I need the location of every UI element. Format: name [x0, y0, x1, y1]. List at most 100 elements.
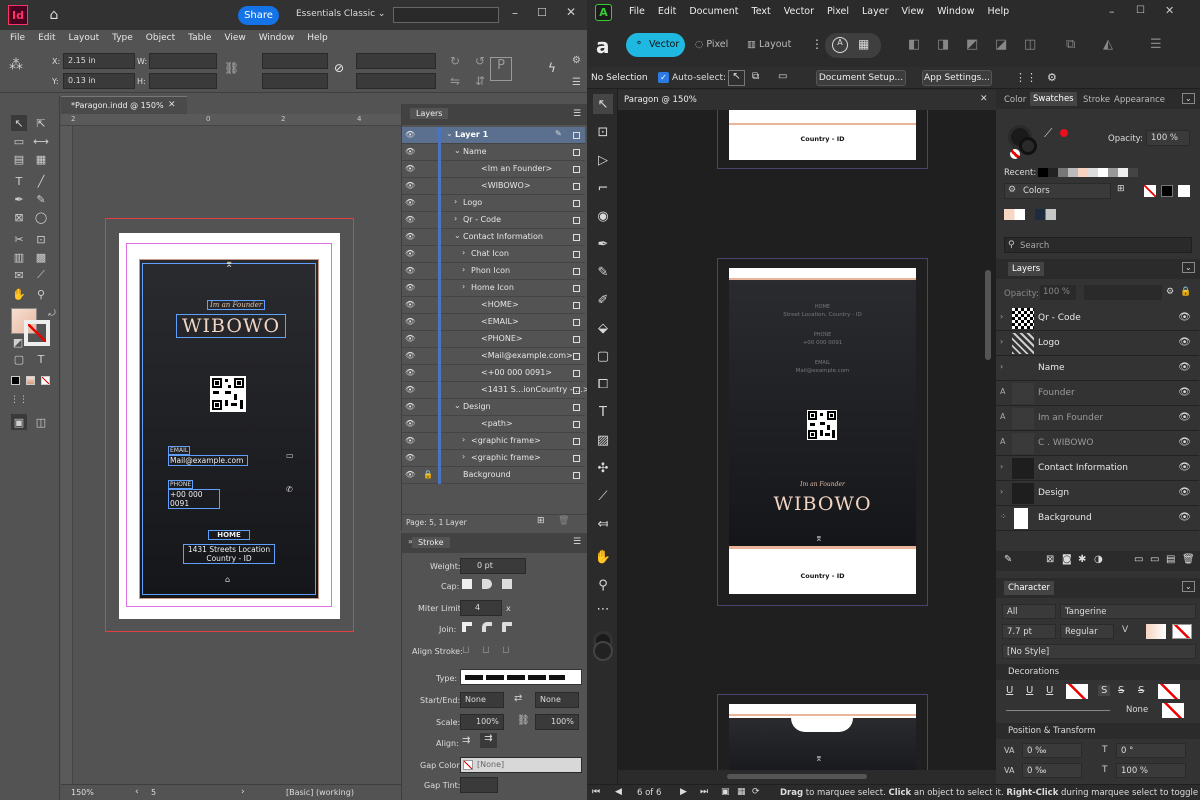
- panel-menu-icon[interactable]: ☰: [573, 537, 581, 547]
- layer-row[interactable]: 👁 <+00 000 0091>: [402, 365, 585, 382]
- boolean-add-icon[interactable]: ◧: [908, 37, 920, 52]
- arrange-icon[interactable]: ⧉: [1066, 37, 1075, 52]
- vector-persona-button[interactable]: ⚬ Vector: [626, 33, 685, 57]
- stroke-swatch[interactable]: [593, 641, 613, 661]
- menu-document[interactable]: Document: [689, 6, 738, 17]
- autoselect-checkbox[interactable]: ✓: [658, 72, 669, 83]
- chevron-down-icon[interactable]: ⌄: [454, 231, 461, 240]
- select-square-icon[interactable]: [573, 302, 580, 309]
- rotate-ccw-icon[interactable]: ↺: [475, 54, 485, 68]
- apply-none-icon[interactable]: [41, 376, 50, 385]
- tab-swatches[interactable]: Swatches: [1030, 92, 1077, 106]
- white-swatch[interactable]: [1178, 185, 1190, 197]
- align-center-icon[interactable]: ⊔: [462, 645, 470, 656]
- gradient-feather-tool-icon[interactable]: ▩: [33, 249, 49, 265]
- double-strike-icon[interactable]: S: [1118, 685, 1124, 696]
- transparency-tool-icon[interactable]: ◉: [593, 206, 613, 226]
- font-size-select[interactable]: 7.7 pt: [1002, 624, 1056, 639]
- minimize-icon[interactable]: –: [512, 6, 518, 20]
- palette-select[interactable]: Colors: [1004, 183, 1111, 199]
- spread-icon[interactable]: ▦: [737, 787, 746, 797]
- gap-tool-icon[interactable]: ⟷: [33, 133, 49, 149]
- visibility-eye-icon[interactable]: 👁: [405, 181, 417, 191]
- select-group-icon[interactable]: ⧉: [752, 71, 759, 82]
- menu-vector[interactable]: Vector: [784, 6, 814, 17]
- round-join-icon[interactable]: [482, 622, 492, 632]
- logo-icon[interactable]: ⌆: [225, 259, 237, 270]
- node-tool-icon[interactable]: ▷: [593, 150, 613, 170]
- layer-row[interactable]: 👁 <path>: [402, 416, 585, 433]
- none-swatch[interactable]: [1144, 185, 1156, 197]
- settings-icon[interactable]: ⚙: [1166, 287, 1174, 297]
- chevron-right-icon[interactable]: ›: [462, 248, 465, 257]
- pen-tool-icon[interactable]: ✒: [593, 234, 613, 254]
- visibility-eye-icon[interactable]: 👁: [405, 130, 417, 140]
- chevron-right-icon[interactable]: ›: [1000, 362, 1003, 371]
- select-square-icon[interactable]: [573, 251, 580, 258]
- layer-row[interactable]: 👁 ⌄ Layer 1 ✎: [402, 127, 585, 144]
- apply-gradient-icon[interactable]: [26, 376, 35, 385]
- chevron-down-icon[interactable]: ⌄: [454, 146, 461, 155]
- decoration-line-preview[interactable]: [1006, 710, 1110, 711]
- underline-icon[interactable]: U: [1006, 685, 1013, 696]
- layer-row[interactable]: 👁 <EMAIL>: [402, 314, 585, 331]
- align-outside-icon[interactable]: ⊔: [502, 645, 510, 656]
- eyedropper-tool-icon[interactable]: ⟋: [33, 267, 49, 283]
- layer-row[interactable]: › Name 👁: [996, 356, 1199, 381]
- layer-row[interactable]: 👁 › Logo: [402, 195, 585, 212]
- layer-row[interactable]: 👁 › Qr - Code: [402, 212, 585, 229]
- flip-v-icon[interactable]: ⇵: [475, 74, 485, 88]
- select-square-icon[interactable]: [573, 353, 580, 360]
- new-group-icon[interactable]: ▭: [1150, 554, 1159, 565]
- none-icon[interactable]: [1010, 149, 1020, 159]
- visibility-eye-icon[interactable]: 👁: [405, 164, 417, 174]
- artistic-text-tool-icon[interactable]: T: [593, 402, 613, 422]
- layer-row[interactable]: A Im an Founder 👁: [996, 406, 1199, 431]
- menu-file[interactable]: File: [10, 33, 25, 43]
- layer-row[interactable]: 👁 › <graphic frame>: [402, 433, 585, 450]
- vector-brush-icon[interactable]: ✐: [593, 290, 613, 310]
- chevron-right-icon[interactable]: ›: [462, 435, 465, 444]
- line-tool-icon[interactable]: ╱: [33, 173, 49, 189]
- free-transform-tool-icon[interactable]: ⊡: [33, 231, 49, 247]
- pixel-persona-button[interactable]: ◌ Pixel: [695, 39, 728, 50]
- menu-help[interactable]: Help: [988, 6, 1010, 17]
- visibility-eye-icon[interactable]: 👁: [405, 402, 417, 412]
- panel-menu-icon[interactable]: ☰: [573, 109, 581, 119]
- share-button[interactable]: Share: [238, 6, 279, 25]
- underline-fill-icon[interactable]: U: [1046, 685, 1053, 696]
- text-fill-swatch[interactable]: [1146, 624, 1166, 639]
- qr-code[interactable]: [210, 376, 246, 412]
- boolean-subtract-icon[interactable]: ◨: [937, 37, 949, 52]
- panel-menu-icon[interactable]: ☰: [572, 77, 581, 88]
- layer-row[interactable]: 👁 🔒 Background: [402, 467, 585, 484]
- link-icon[interactable]: ⊘: [334, 61, 344, 75]
- email-value[interactable]: Mail@example.com: [168, 455, 248, 466]
- layer-row[interactable]: 👁 <WIBOWO>: [402, 178, 585, 195]
- x-field[interactable]: 2.15 in: [63, 53, 135, 69]
- email-label[interactable]: EMAIL: [168, 446, 191, 455]
- menu-edit[interactable]: Edit: [658, 6, 676, 17]
- visibility-eye-icon[interactable]: 👁: [1178, 462, 1191, 473]
- select-square-icon[interactable]: [573, 183, 580, 190]
- scale-field[interactable]: 100 %: [1116, 763, 1186, 778]
- last-page-icon[interactable]: ⏭: [700, 787, 708, 797]
- hand-tool-icon[interactable]: ✋: [11, 286, 27, 302]
- preview-mode-icon[interactable]: ⋮⋮: [10, 392, 28, 408]
- ellipse-tool-icon[interactable]: ◯: [33, 209, 49, 225]
- visibility-eye-icon[interactable]: 👁: [405, 266, 417, 276]
- add-swatch-icon[interactable]: ⊞: [1117, 184, 1125, 194]
- document-tab[interactable]: *Paragon.indd @ 150% ✕: [61, 96, 187, 114]
- text-layer-icon[interactable]: A: [1000, 412, 1005, 421]
- zoom-tool-icon[interactable]: ⚲: [33, 286, 49, 302]
- tab-stroke[interactable]: Stroke: [1083, 95, 1110, 105]
- layer-row[interactable]: › Qr - Code 👁: [996, 306, 1199, 331]
- select-square-icon[interactable]: [573, 404, 580, 411]
- layer-row[interactable]: › Logo 👁: [996, 331, 1199, 356]
- layer-row[interactable]: 👁 <HOME>: [402, 297, 585, 314]
- align-inside-icon[interactable]: ⊔: [482, 645, 490, 656]
- start-select[interactable]: None: [460, 692, 504, 708]
- menu-view[interactable]: View: [902, 6, 925, 17]
- select-square-icon[interactable]: [573, 438, 580, 445]
- card-name[interactable]: WIBOWO: [176, 314, 286, 338]
